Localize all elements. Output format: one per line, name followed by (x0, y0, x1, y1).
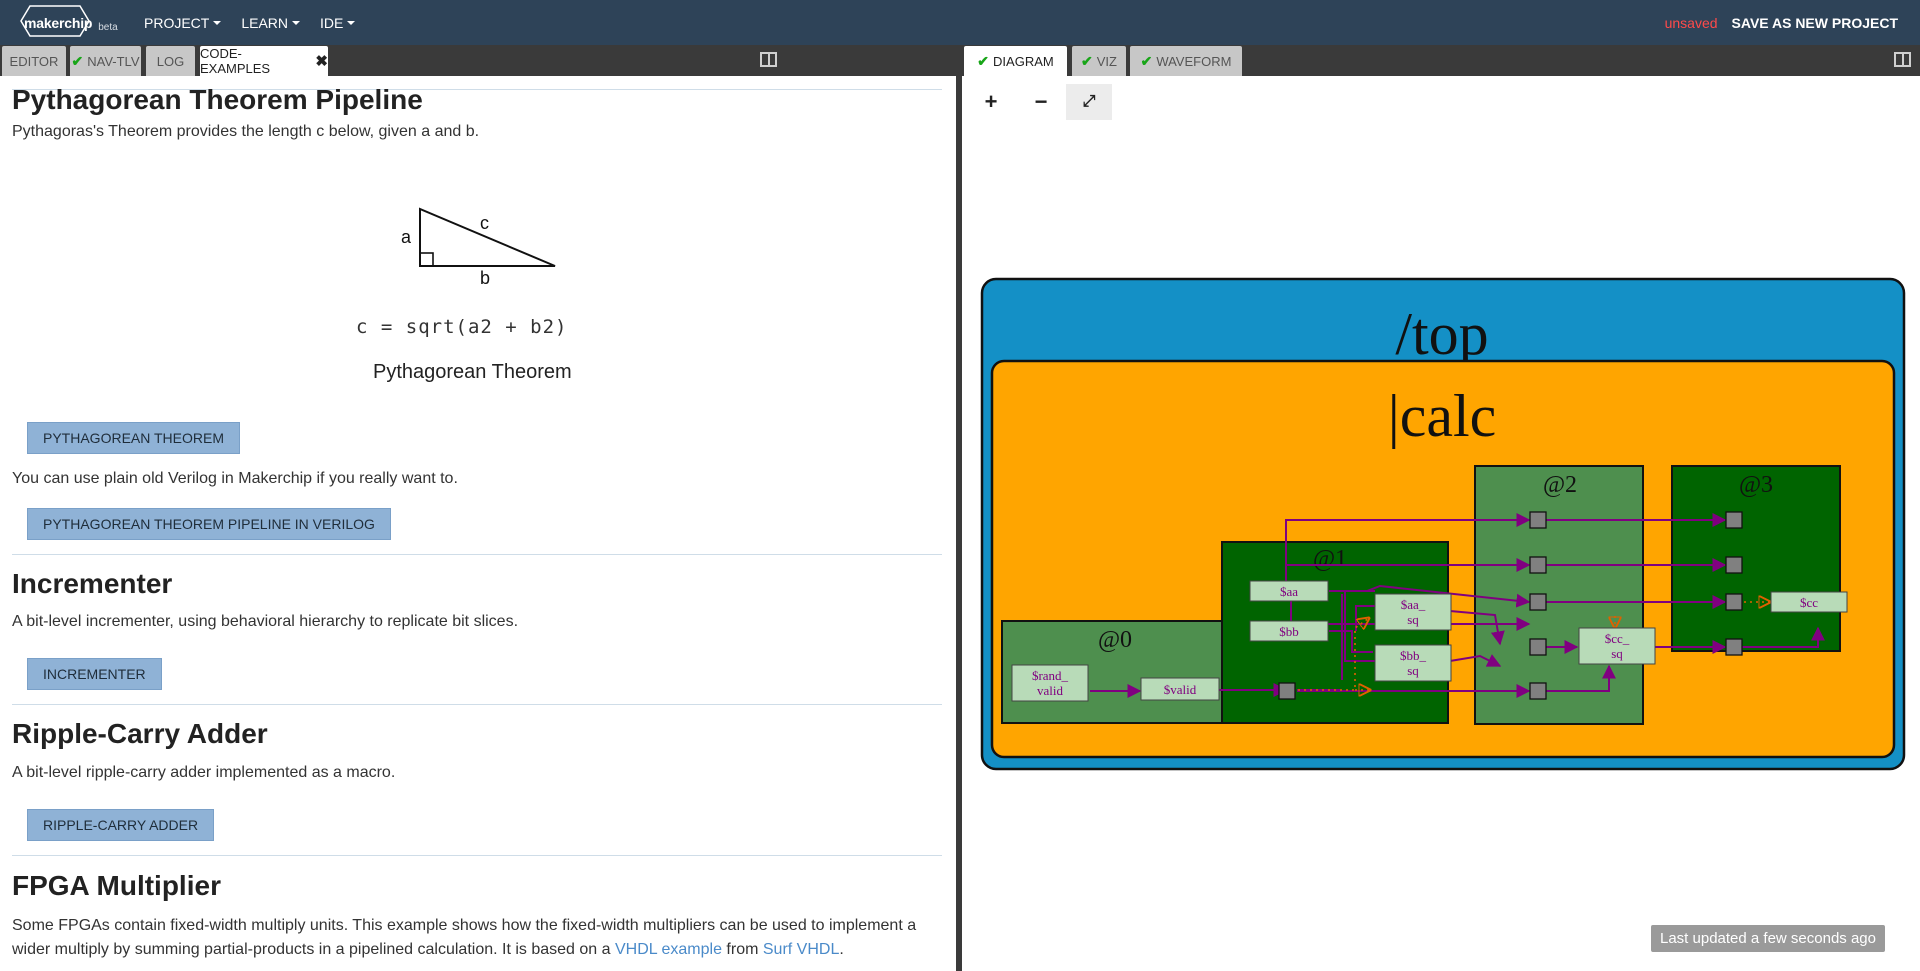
signal-cc-sq-label-1: $cc_ (1605, 631, 1630, 646)
right-tab-strip: ✔ DIAGRAM ✔ VIZ ✔ WAVEFORM (962, 45, 1920, 76)
signal-bb-sq-label-2: sq (1407, 663, 1419, 678)
verilog-description: You can use plain old Verilog in Makerch… (12, 470, 458, 487)
caret-down-icon (213, 20, 222, 25)
divider (12, 855, 942, 856)
top-nav-bar: makerchip beta PROJECT LEARN IDE unsaved… (0, 0, 1920, 45)
tab-nav-tlv[interactable]: ✔ NAV-TLV (70, 46, 141, 76)
surf-vhdl-link[interactable]: Surf VHDL (763, 941, 839, 958)
stage-0-label: @0 (1098, 627, 1132, 653)
section-title-ripple-carry: Ripple-Carry Adder (12, 718, 268, 749)
top-scope-label: /top (1395, 301, 1488, 367)
signal-bb-label: $bb (1279, 624, 1299, 639)
signal-aa-sq-label-1: $aa_ (1401, 597, 1426, 612)
pythagorean-theorem-button[interactable]: PYTHAGOREAN THEOREM (27, 422, 240, 454)
check-icon: ✔ (1081, 52, 1093, 69)
incrementer-description: A bit-level incrementer, using behaviora… (12, 613, 519, 630)
check-icon: ✔ (1140, 52, 1153, 69)
check-icon: ✔ (977, 52, 990, 69)
divider (12, 704, 942, 705)
divider (12, 554, 942, 555)
stage-2-label: @2 (1543, 472, 1577, 498)
signal-valid-label: $valid (1164, 682, 1197, 697)
section-title-incrementer: Incrementer (12, 568, 173, 599)
triangle-label-c: c (480, 213, 489, 233)
section-title-pythagorean: Pythagorean Theorem Pipeline (12, 84, 423, 115)
tab-diagram[interactable]: ✔ DIAGRAM (964, 46, 1067, 76)
split-pane-icon[interactable] (1894, 52, 1911, 67)
tab-editor[interactable]: EDITOR (2, 46, 66, 76)
save-as-new-project-button[interactable]: SAVE AS NEW PROJECT (1732, 15, 1898, 31)
ripple-carry-adder-button[interactable]: RIPPLE-CARRY ADDER (27, 809, 215, 841)
fpga-description-line-2: wider multiply by summing partial-produc… (12, 941, 844, 958)
section-title-fpga-multiplier: FPGA Multiplier (12, 870, 221, 901)
calc-pipeline-label: |calc (1388, 383, 1497, 449)
stage-2-box[interactable] (1474, 465, 1644, 725)
makerchip-logo[interactable]: makerchip beta (20, 0, 118, 45)
menu-learn[interactable]: LEARN (241, 15, 301, 31)
diagram-panel: + − ⤢ /top |calc @0 @1 @2 @3 $rand_ vali… (962, 76, 1920, 971)
ripple-carry-description: A bit-level ripple-carry adder implement… (12, 764, 396, 781)
signal-cc-sq-label-2: sq (1611, 646, 1623, 661)
pythagorean-verilog-button[interactable]: PYTHAGOREAN THEOREM PIPELINE IN VERILOG (27, 508, 391, 540)
close-icon[interactable]: ✖ (315, 52, 328, 70)
pipeline-diagram[interactable]: /top |calc @0 @1 @2 @3 $rand_ valid $val… (980, 276, 1906, 776)
stage-1-label: @1 (1313, 546, 1347, 572)
check-icon: ✔ (71, 52, 84, 69)
caret-down-icon (347, 20, 356, 25)
caret-down-icon (292, 20, 301, 25)
code-examples-panel: Pythagorean Theorem Pipeline Pythagoras'… (0, 76, 956, 971)
zoom-in-button[interactable]: + (968, 84, 1014, 120)
logo-beta: beta (98, 22, 118, 33)
signal-aa-sq-label-2: sq (1407, 612, 1419, 627)
triangle-label-b: b (480, 268, 490, 288)
signal-cc-label: $cc (1800, 595, 1818, 610)
formula: c = sqrt(a2 + b2) (356, 316, 568, 338)
signal-aa-label: $aa (1280, 584, 1298, 599)
menu-project[interactable]: PROJECT (144, 15, 222, 31)
right-triangle-figure: a b c (401, 207, 556, 288)
split-pane-icon[interactable] (760, 52, 777, 67)
signal-rand-valid-label-2: valid (1037, 683, 1063, 698)
fit-to-view-button[interactable]: ⤢ (1066, 84, 1112, 120)
logo-text: makerchip (24, 14, 93, 31)
tab-code-examples[interactable]: CODE-EXAMPLES ✖ (200, 46, 328, 76)
main-menu: PROJECT LEARN IDE (144, 15, 356, 31)
signal-rand-valid-label-1: $rand_ (1032, 668, 1069, 683)
stage-3-label: @3 (1739, 472, 1773, 498)
incrementer-button[interactable]: INCREMENTER (27, 658, 162, 690)
tab-log[interactable]: LOG (146, 46, 195, 76)
vhdl-example-link[interactable]: VHDL example (615, 941, 722, 958)
unsaved-indicator: unsaved (1664, 14, 1718, 31)
fpga-description-line-1: Some FPGAs contain fixed-width multiply … (12, 917, 917, 934)
zoom-out-button[interactable]: − (1018, 84, 1064, 120)
triangle-label-a: a (401, 227, 412, 247)
tab-waveform[interactable]: ✔ WAVEFORM (1130, 46, 1242, 76)
left-tab-strip: EDITOR ✔ NAV-TLV LOG CODE-EXAMPLES ✖ (0, 45, 956, 76)
pythagorean-description: Pythagoras's Theorem provides the length… (12, 123, 480, 140)
menu-ide[interactable]: IDE (320, 15, 356, 31)
last-updated-status: Last updated a few seconds ago (1651, 925, 1885, 952)
tab-viz[interactable]: ✔ VIZ (1072, 46, 1126, 76)
signal-bb-sq-label-1: $bb_ (1400, 648, 1427, 663)
figure-caption: Pythagorean Theorem (373, 361, 572, 383)
